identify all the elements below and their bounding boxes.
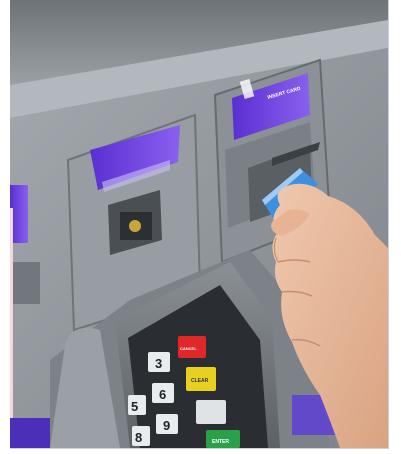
- atm-scene: INSERT CARD 3 6 9 5 8 CANCEL CLEAR ENTER: [10, 0, 388, 448]
- clear-key-label: CLEAR: [191, 378, 209, 384]
- scanner-lens: [129, 220, 141, 232]
- blank-key[interactable]: [196, 400, 226, 424]
- photo-frame: INSERT CARD 3 6 9 5 8 CANCEL CLEAR ENTER: [0, 0, 401, 454]
- key-6-label: 6: [159, 387, 166, 402]
- key-3-label: 3: [155, 356, 162, 371]
- key-9-label: 9: [163, 418, 170, 433]
- left-pink-strip: [10, 208, 13, 448]
- cancel-key-label: CANCEL: [180, 346, 197, 351]
- key-5-label: 5: [131, 399, 138, 414]
- atm-photo: INSERT CARD 3 6 9 5 8 CANCEL CLEAR ENTER: [10, 0, 389, 449]
- enter-key-label: ENTER: [212, 439, 229, 445]
- key-8-label: 8: [135, 430, 142, 445]
- left-slot-housing: [10, 262, 40, 304]
